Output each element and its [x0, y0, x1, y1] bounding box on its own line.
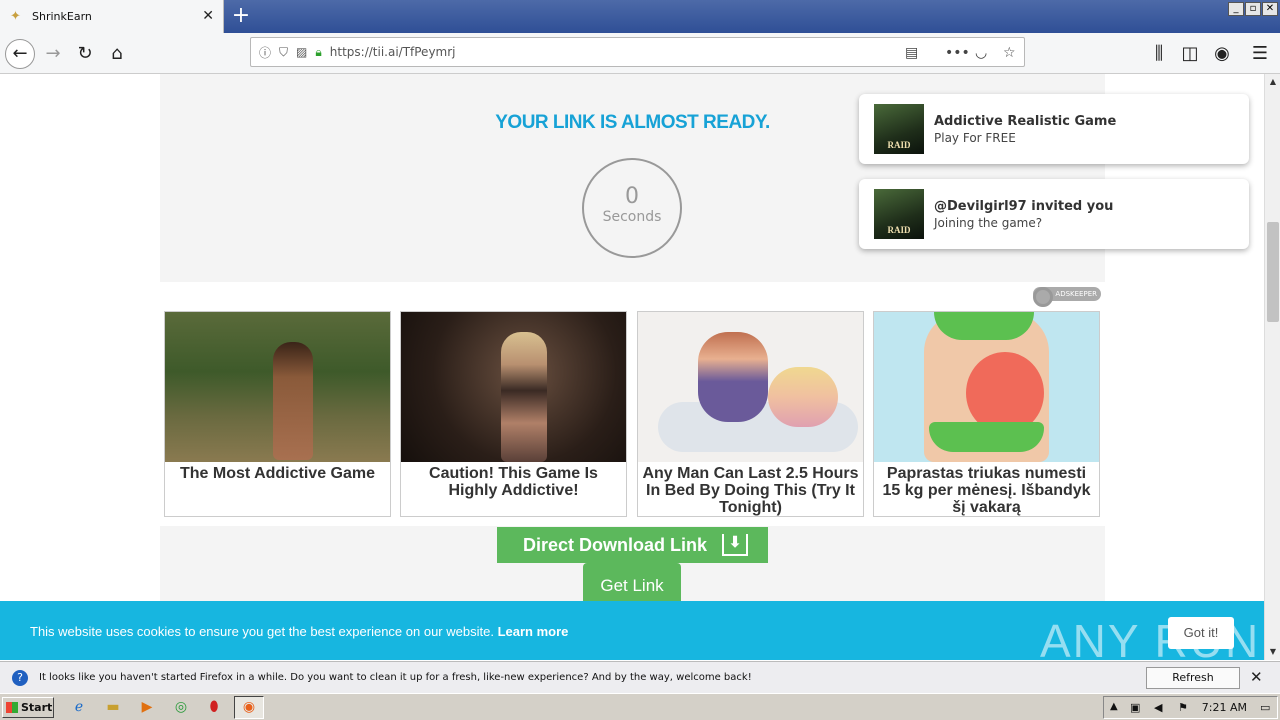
- back-button[interactable]: ←: [5, 39, 35, 69]
- menu-icon[interactable]: ☰: [1247, 41, 1273, 67]
- tab-title: ShrinkEarn: [32, 10, 92, 23]
- info-icon[interactable]: ⓘ: [259, 44, 271, 61]
- game-thumbnail: RAID: [874, 104, 924, 154]
- ad-card[interactable]: Any Man Can Last 2.5 Hours In Bed By Doi…: [637, 311, 864, 517]
- url-text[interactable]: https://tii.ai/TfPeymrj: [330, 45, 456, 59]
- reader-view-icon[interactable]: ▤: [905, 45, 918, 61]
- new-tab-button[interactable]: +: [230, 4, 252, 28]
- firefox-notification-bar: ? It looks like you haven't started Fire…: [0, 661, 1280, 704]
- browser-tab[interactable]: ✦ ShrinkEarn ✕: [0, 0, 224, 33]
- flag-icon[interactable]: ⚑: [1178, 701, 1188, 714]
- ad-card[interactable]: Caution! This Game Is Highly Addictive!: [400, 311, 627, 517]
- shield-icon[interactable]: ⛉: [279, 45, 288, 60]
- firefox-notice-text: It looks like you haven't started Firefo…: [39, 672, 752, 683]
- info-icon: ?: [12, 669, 28, 686]
- page-actions-icon[interactable]: •••: [945, 45, 970, 61]
- notification-subtitle: Play For FREE: [934, 131, 1016, 145]
- ad-caption[interactable]: Paprastas triukas numesti 15 kg per mėne…: [874, 462, 1099, 516]
- direct-download-label[interactable]: Direct Download Link: [523, 535, 707, 555]
- chrome-icon[interactable]: ◎: [172, 698, 190, 716]
- restore-button[interactable]: ▫: [1245, 2, 1261, 16]
- show-desktop-icon[interactable]: ▭: [1260, 701, 1270, 714]
- direct-download-button[interactable]: Direct Download Link ⬇: [497, 527, 768, 563]
- countdown-timer: 0 Seconds: [582, 158, 682, 258]
- account-icon[interactable]: ◉: [1209, 41, 1235, 67]
- ad-image[interactable]: [165, 312, 390, 462]
- tab-close-icon[interactable]: ✕: [202, 8, 214, 24]
- timer-value: 0: [625, 184, 639, 209]
- media-player-icon[interactable]: ▶: [138, 698, 156, 716]
- cookie-accept-button[interactable]: Got it!: [1168, 617, 1234, 649]
- game-thumbnail: RAID: [874, 189, 924, 239]
- ad-image[interactable]: [401, 312, 626, 462]
- firefox-icon: ◉: [242, 699, 256, 715]
- push-notification[interactable]: RAID Addictive Realistic Game Play For F…: [859, 94, 1249, 164]
- page-content: YOUR LINK IS ALMOST READY. 0 Seconds ADS…: [0, 74, 1264, 660]
- bookmark-star-icon[interactable]: ☆: [1003, 45, 1016, 61]
- vertical-scrollbar[interactable]: ▲ ▼: [1264, 74, 1280, 660]
- minimize-button[interactable]: _: [1228, 2, 1244, 16]
- lock-icon[interactable]: 🔒︎: [315, 45, 321, 60]
- sidebar-icon[interactable]: ◫: [1177, 41, 1203, 67]
- ad-caption[interactable]: The Most Addictive Game: [165, 462, 390, 482]
- home-button[interactable]: ⌂: [104, 41, 130, 67]
- library-icon[interactable]: ⫼: [1146, 41, 1172, 67]
- ad-image[interactable]: [638, 312, 863, 462]
- ad-image[interactable]: [874, 312, 1099, 462]
- firefox-taskbar-button[interactable]: ◉: [234, 696, 264, 719]
- cookie-banner: This website uses cookies to ensure you …: [0, 601, 1264, 660]
- pocket-icon[interactable]: ◡: [975, 45, 987, 61]
- start-button[interactable]: Start: [2, 697, 54, 718]
- scrollbar-thumb[interactable]: [1267, 222, 1279, 322]
- scroll-down-icon[interactable]: ▼: [1265, 644, 1280, 660]
- notification-title: @Devilgirl97 invited you: [934, 199, 1114, 214]
- learn-more-link[interactable]: Learn more: [498, 624, 569, 639]
- adskeeper-logo[interactable]: ADSKEEPER: [1033, 287, 1101, 307]
- permissions-icon[interactable]: ▨: [296, 45, 307, 59]
- ad-caption[interactable]: Caution! This Game Is Highly Addictive!: [401, 462, 626, 499]
- forward-button[interactable]: →: [40, 41, 66, 67]
- reload-button[interactable]: ↻: [72, 41, 98, 67]
- ad-caption[interactable]: Any Man Can Last 2.5 Hours In Bed By Doi…: [638, 462, 863, 516]
- refresh-firefox-button[interactable]: Refresh Firefox…: [1146, 667, 1240, 704]
- scroll-up-icon[interactable]: ▲: [1265, 74, 1280, 90]
- ad-card[interactable]: Paprastas triukas numesti 15 kg per mėne…: [873, 311, 1100, 517]
- volume-icon[interactable]: ◀: [1154, 701, 1162, 714]
- ie-icon[interactable]: ℯ: [70, 698, 88, 716]
- network-icon[interactable]: ▣: [1130, 701, 1140, 714]
- ad-card[interactable]: The Most Addictive Game: [164, 311, 391, 517]
- timer-unit: Seconds: [602, 209, 662, 225]
- navigation-toolbar: ← → ↻ ⌂ ⓘ ⛉ ▨ 🔒︎ https://tii.ai/TfPeymrj…: [0, 33, 1280, 74]
- notification-subtitle: Joining the game?: [934, 216, 1043, 230]
- close-notice-icon[interactable]: ✕: [1250, 668, 1263, 686]
- close-window-button[interactable]: ✕: [1262, 2, 1278, 16]
- cookie-message: This website uses cookies to ensure you …: [30, 624, 569, 639]
- download-icon: ⬇: [722, 534, 748, 556]
- favicon-icon: ✦: [10, 8, 21, 24]
- system-tray: ▲ ▣ ◀ ⚑ 7:21 AM ▭: [1103, 696, 1278, 719]
- windows-taskbar: Start ℯ ▬ ▶ ◎ ⬮ ◉ ▲ ▣ ◀ ⚑ 7:21 AM ▭: [0, 693, 1280, 720]
- folder-icon[interactable]: ▬: [104, 698, 122, 716]
- notification-title: Addictive Realistic Game: [934, 114, 1117, 129]
- tray-expand-icon[interactable]: ▲: [1110, 701, 1118, 712]
- opera-icon[interactable]: ⬮: [205, 698, 223, 716]
- clock[interactable]: 7:21 AM: [1202, 701, 1247, 714]
- tab-strip: ✦ ShrinkEarn ✕ + _ ▫ ✕: [0, 0, 1280, 33]
- url-bar[interactable]: ⓘ ⛉ ▨ 🔒︎ https://tii.ai/TfPeymrj ▤ ••• ◡…: [250, 37, 1025, 67]
- push-notification[interactable]: RAID @Devilgirl97 invited you Joining th…: [859, 179, 1249, 249]
